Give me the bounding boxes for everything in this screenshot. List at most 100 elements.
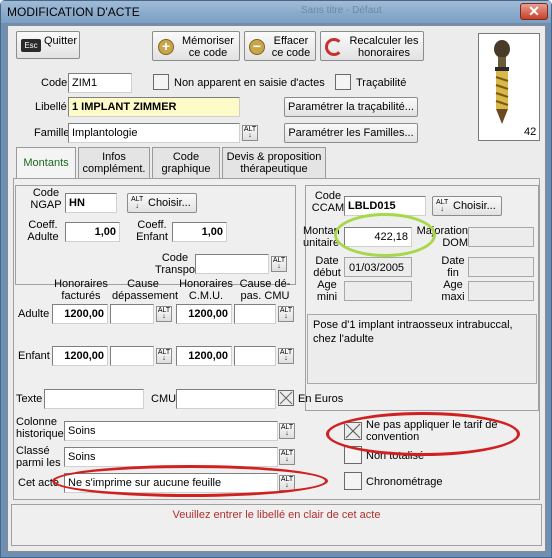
cet-acte-field[interactable]: Ne s'imprime sur aucune feuille: [64, 473, 278, 493]
date-fin-label: Date fin: [441, 255, 465, 279]
montant-label: Montant unitaire: [303, 225, 339, 249]
classe-parmi-field[interactable]: Soins: [64, 447, 278, 467]
plus-icon: +: [158, 39, 174, 55]
minus-icon: −: [249, 39, 265, 55]
traceability-checkbox[interactable]: [335, 74, 351, 90]
chronometrage-label: Chronométrage: [366, 476, 443, 488]
status-message: Veuillez entrer le libellé en clair de c…: [172, 509, 381, 521]
adulte-cause-field[interactable]: [110, 304, 154, 324]
param-traceability-button[interactable]: Paramétrer la traçabilité...: [284, 97, 418, 117]
coeff-enfant-field[interactable]: 1,00: [172, 222, 227, 242]
famille-field[interactable]: Implantologie: [68, 123, 240, 143]
code-transpo-alt-icon[interactable]: ALT ↓: [271, 256, 287, 272]
colonne-historique-label: Colonne historique: [16, 416, 64, 440]
texte-field[interactable]: [44, 389, 144, 409]
age-mini-field: [344, 281, 412, 301]
param-families-button[interactable]: Paramétrer les Familles...: [284, 123, 418, 143]
check-x-icon: [279, 391, 293, 405]
cause-depassement-header: Cause dépassement: [112, 278, 179, 302]
quit-label: Quitter: [44, 35, 78, 47]
quit-button[interactable]: Esc Quitter: [16, 31, 80, 59]
ngap-label: Code NGAP: [30, 187, 62, 211]
background-window-title: Sans titre - Défaut: [301, 5, 382, 16]
adulte-cause-alt-icon[interactable]: ALT ↓: [156, 306, 172, 322]
recalculate-fees-label: Recalculer les honoraires: [349, 35, 419, 59]
non-totalise-label: Non totalisé: [366, 450, 425, 462]
escape-key-icon: Esc: [21, 39, 41, 52]
title-bar[interactable]: MODIFICATION D'ACTE Sans titre - Défaut …: [1, 1, 551, 23]
enfant-cause-cmu-alt-icon[interactable]: ALT ↓: [278, 348, 294, 364]
adulte-label: Adulte: [18, 308, 50, 320]
ccam-field[interactable]: LBLD015: [344, 196, 426, 216]
hon-factures-header: Honoraires facturés: [54, 278, 108, 302]
libelle-label: Libellé: [35, 101, 67, 113]
enfant-honoraires-field[interactable]: 1200,00: [52, 346, 108, 366]
status-bar: Veuillez entrer le libellé en clair de c…: [11, 504, 542, 546]
non-totalise-checkbox[interactable]: [344, 446, 362, 464]
ccam-choose-button[interactable]: ALT ↓ Choisir...: [432, 196, 502, 216]
ne-pas-appliquer-checkbox[interactable]: [344, 422, 362, 440]
not-visible-checkbox[interactable]: [153, 74, 169, 90]
enfant-cause-field[interactable]: [110, 346, 154, 366]
cmu-label: CMU: [151, 393, 177, 405]
implant-tooth-icon: [494, 40, 510, 124]
ngap-choose-label: Choisir...: [148, 197, 191, 209]
traceability-label: Traçabilité: [356, 77, 407, 89]
coeff-adulte-field[interactable]: 1,00: [65, 222, 120, 242]
date-debut-label: Date début: [313, 255, 341, 279]
enfant-label: Enfant: [18, 350, 50, 362]
texte-label: Texte: [16, 393, 43, 405]
tooth-number: 42: [524, 126, 537, 138]
tooth-picture[interactable]: 42: [478, 33, 540, 141]
date-debut-field: 01/03/2005: [344, 257, 412, 277]
cmu-field[interactable]: [176, 389, 276, 409]
majoration-label: Majoration DOM: [416, 225, 468, 249]
enfant-cmu-field[interactable]: 1200,00: [176, 346, 232, 366]
dialog-window: MODIFICATION D'ACTE Sans titre - Défaut …: [0, 0, 552, 558]
adulte-cause-cmu-field[interactable]: [234, 304, 276, 324]
date-fin-field: [468, 257, 534, 277]
alt-icon: ALT ↓: [131, 196, 144, 210]
chronometrage-checkbox[interactable]: [344, 472, 362, 490]
enfant-cause-alt-icon[interactable]: ALT ↓: [156, 348, 172, 364]
colonne-alt-icon[interactable]: ALT ↓: [279, 423, 295, 439]
cause-dep-cmu-header: Cause dé-pas. CMU: [239, 278, 291, 302]
adulte-cmu-field[interactable]: 1200,00: [176, 304, 232, 324]
check-x-icon: [345, 423, 361, 439]
tab-devis-proposition[interactable]: Devis & proposition thérapeutique: [222, 147, 326, 179]
not-visible-label: Non apparent en saisie d'actes: [174, 77, 325, 89]
ngap-field[interactable]: HN: [65, 193, 117, 213]
code-transpo-field[interactable]: [195, 254, 269, 274]
adulte-cause-cmu-alt-icon[interactable]: ALT ↓: [278, 306, 294, 322]
hon-cmu-header: Honoraires C.M.U.: [179, 278, 233, 302]
recalculate-fees-button[interactable]: Recalculer les honoraires: [320, 31, 424, 61]
en-euros-label: En Euros: [298, 393, 344, 405]
ne-pas-appliquer-label: Ne pas appliquer le tarif de convention: [366, 419, 498, 443]
ccam-description: Pose d'1 implant intraosseux intrabuccal…: [307, 314, 537, 384]
delete-code-button[interactable]: − Effacer ce code: [244, 31, 316, 61]
alt-dropdown-icon[interactable]: ALT ↓: [242, 125, 258, 141]
close-button[interactable]: ✕: [520, 3, 548, 20]
tab-infos-complement[interactable]: Infos complément.: [78, 147, 150, 179]
refresh-icon: [325, 38, 343, 56]
famille-label: Famille: [34, 127, 70, 139]
cet-acte-alt-icon[interactable]: ALT ↓: [279, 475, 295, 491]
tab-montants[interactable]: Montants: [16, 147, 76, 179]
ngap-choose-button[interactable]: ALT ↓ Choisir...: [127, 193, 197, 213]
adulte-honoraires-field[interactable]: 1200,00: [52, 304, 108, 324]
classe-alt-icon[interactable]: ALT ↓: [279, 449, 295, 465]
age-maxi-field: [468, 281, 534, 301]
en-euros-checkbox[interactable]: [278, 390, 294, 406]
code-field[interactable]: ZIM1: [68, 73, 132, 93]
montant-field[interactable]: 422,18: [344, 227, 412, 247]
enfant-cause-cmu-field[interactable]: [234, 346, 276, 366]
code-transpo-label: Code Transpo: [155, 252, 195, 276]
memorize-code-button[interactable]: + Mémoriser ce code: [152, 31, 240, 61]
age-mini-label: Age mini: [316, 279, 338, 303]
tab-code-graphique[interactable]: Code graphique: [152, 147, 220, 179]
alt-icon: ALT ↓: [436, 199, 449, 213]
colonne-historique-field[interactable]: Soins: [64, 421, 278, 441]
libelle-field[interactable]: 1 IMPLANT ZIMMER: [68, 97, 240, 117]
delete-code-label: Effacer ce code: [271, 35, 311, 59]
majoration-field: [468, 227, 534, 247]
